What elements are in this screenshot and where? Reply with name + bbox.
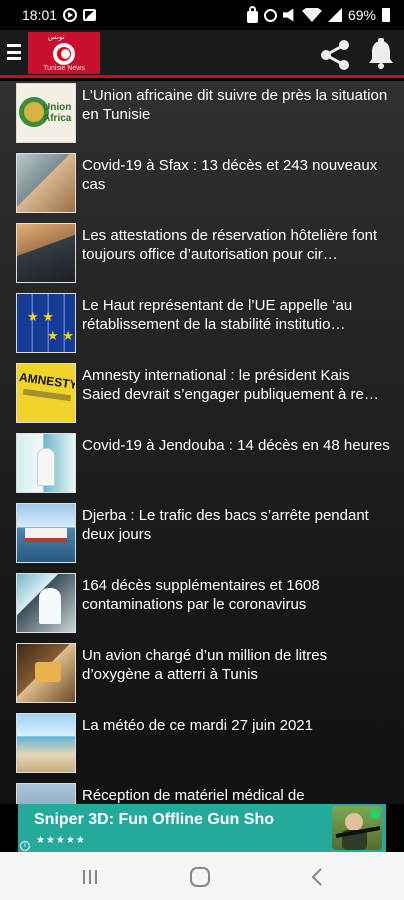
covid-lab-image	[16, 573, 76, 633]
news-headline: Djerba : Le trafic des bacs s’arrête pen…	[82, 507, 369, 543]
wifi-icon	[301, 8, 322, 22]
image-icon	[83, 9, 97, 21]
news-item[interactable]: Covid-19 à Jendouba : 14 décès en 48 heu…	[16, 433, 396, 497]
signal-icon	[327, 8, 342, 22]
news-headline: Réception de matériel médical de	[82, 787, 305, 804]
app-logo[interactable]: تونس Tunisie News	[28, 32, 100, 74]
status-right: 69%	[246, 5, 390, 23]
sniper-game-image	[332, 806, 382, 850]
news-item[interactable]: Un avion chargé d’un million de litres d…	[16, 643, 396, 707]
news-item[interactable]: Réception de matériel médical de	[16, 783, 396, 804]
news-item[interactable]: 164 décès supplémentaires et 1608 contam…	[16, 573, 396, 637]
status-time: 18:01	[22, 7, 58, 23]
recent-apps-icon[interactable]	[78, 865, 102, 889]
news-headline: Le Haut représentant de l’UE appelle ‘au…	[82, 297, 353, 333]
ad-banner[interactable]: Sniper 3D: Fun Offline Gun Sho ★★★★★ i	[18, 804, 386, 852]
battery-icon	[382, 8, 390, 22]
info-icon[interactable]: i	[20, 841, 30, 851]
logo-arabic-text: تونس	[48, 34, 65, 41]
alarm-icon	[263, 8, 277, 22]
news-headline: Amnesty international : le président Kai…	[82, 367, 379, 403]
app-bar: تونس Tunisie News	[0, 30, 404, 78]
news-headline: Covid-19 à Jendouba : 14 décès en 48 heu…	[82, 437, 390, 454]
news-item[interactable]: Les attestations de réservation hôtelièr…	[16, 223, 396, 287]
status-bar: 18:01 69%	[0, 0, 404, 30]
news-item[interactable]: La météo de ce mardi 27 juin 2021	[16, 713, 396, 777]
home-icon[interactable]	[190, 867, 210, 887]
news-headline: Covid-19 à Sfax : 13 décès et 243 nouvea…	[82, 157, 378, 193]
african-union-logo-image: Union Africa	[16, 83, 76, 143]
news-headline: 164 décès supplémentaires et 1608 contam…	[82, 577, 320, 613]
tunisia-flag-icon	[53, 43, 75, 65]
news-item[interactable]: Union Africa L’Union africaine dit suivr…	[16, 83, 396, 147]
ferry-image	[16, 503, 76, 563]
ad-title: Sniper 3D: Fun Offline Gun Sho	[34, 811, 274, 828]
airplane-cargo-image	[16, 643, 76, 703]
mute-icon	[282, 8, 294, 22]
news-item[interactable]: ★ ★ ★ ★ Le Haut représentant de l’UE app…	[16, 293, 396, 357]
news-list[interactable]: Union Africa L’Union africaine dit suivr…	[0, 81, 404, 804]
news-item[interactable]: Djerba : Le trafic des bacs s’arrête pen…	[16, 503, 396, 567]
medical-equipment-image	[16, 783, 76, 804]
logo-subtitle: Tunisie News	[43, 65, 85, 72]
news-item[interactable]: Covid-19 à Sfax : 13 décès et 243 nouvea…	[16, 153, 396, 217]
hospital-image	[16, 153, 76, 213]
news-headline: Les attestations de réservation hôtelièr…	[82, 227, 378, 263]
battery-percentage: 69%	[347, 7, 376, 23]
status-left: 18:01	[22, 7, 97, 23]
amnesty-logo-image: AMNESTY	[16, 363, 76, 423]
bell-icon[interactable]	[366, 38, 396, 70]
ad-rating: ★★★★★	[36, 835, 86, 846]
thumb-label: Union Africa	[43, 102, 72, 124]
medical-staff-image	[16, 433, 76, 493]
system-navigation-bar	[0, 852, 404, 900]
news-headline: Un avion chargé d’un million de litres d…	[82, 647, 328, 683]
eu-flags-image: ★ ★ ★ ★	[16, 293, 76, 353]
hamburger-menu-icon[interactable]	[7, 42, 21, 62]
circle-play-icon	[63, 8, 78, 22]
lock-icon	[246, 5, 258, 23]
beach-image	[16, 713, 76, 773]
news-headline: La météo de ce mardi 27 juin 2021	[82, 717, 313, 734]
share-icon[interactable]	[318, 38, 352, 72]
laptop-image	[16, 223, 76, 283]
news-headline: L’Union africaine dit suivre de près la …	[82, 87, 388, 123]
news-item[interactable]: AMNESTY Amnesty international : le prési…	[16, 363, 396, 427]
back-icon[interactable]	[306, 865, 330, 889]
